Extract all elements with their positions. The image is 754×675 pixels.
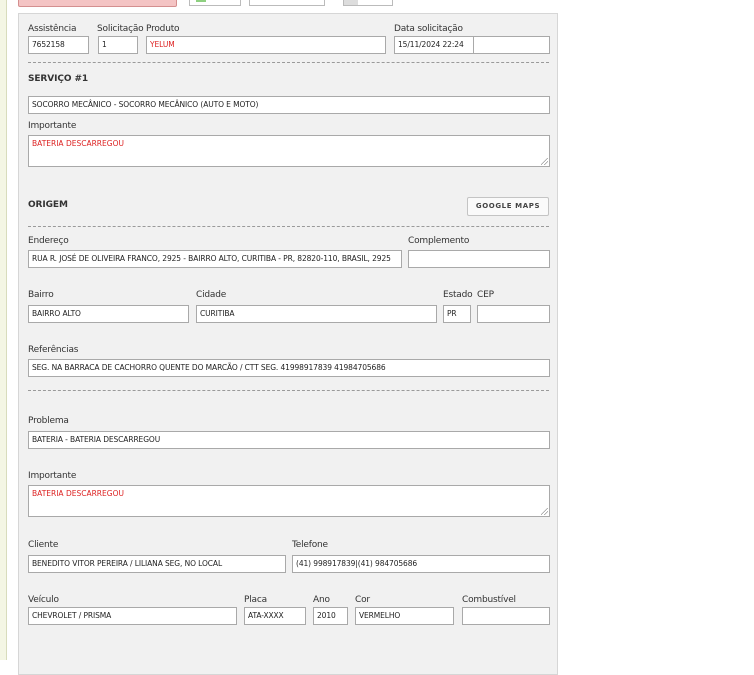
top-switch[interactable] [343,0,393,6]
cor-field[interactable]: VERMELHO [355,607,454,625]
placa-field[interactable]: ATA-XXXX [244,607,306,625]
problema-importante-text: BATERIA DESCARREGOU [32,489,124,498]
section-divider [28,226,549,227]
complemento-label: Complemento [408,236,470,246]
assistencia-label: Assistência [28,24,77,34]
endereco-label: Endereço [28,236,69,246]
section-divider [28,390,549,391]
cliente-field[interactable]: BENEDITO VITOR PEREIRA / LILIANA SEG, NO… [28,555,286,573]
telefone-label: Telefone [292,540,328,550]
servico-title: SERVIÇO #1 [28,74,89,84]
resize-grip-icon[interactable] [541,158,548,165]
cidade-label: Cidade [196,290,227,300]
telefone-field[interactable]: (41) 998917839|(41) 984705686 [292,555,550,573]
servico-field[interactable]: SOCORRO MECÂNICO - SOCORRO MECÂNICO (AUT… [28,96,550,114]
cor-label: Cor [355,595,370,605]
veiculo-label: Veículo [28,595,59,605]
assistencia-field[interactable]: 7652158 [28,36,89,54]
estado-field[interactable]: PR [443,305,471,323]
bairro-field[interactable]: BAIRRO ALTO [28,305,189,323]
cep-label: CEP [477,290,494,300]
resize-grip-icon[interactable] [541,508,548,515]
google-maps-button[interactable]: GOOGLE MAPS [467,197,549,216]
cep-field[interactable] [477,305,550,323]
complemento-field[interactable] [408,250,550,268]
status-indicator [196,0,206,2]
left-edge-stripe [0,0,7,660]
service-form-panel: Assistência 7652158 Solicitação 1 Produt… [18,13,558,675]
ano-field[interactable]: 2010 [313,607,348,625]
switch-knob [344,0,358,5]
problema-importante-label: Importante [28,471,77,481]
top-action-button[interactable] [18,0,177,7]
top-status-toggle[interactable] [189,0,241,6]
placa-label: Placa [244,595,267,605]
ano-label: Ano [313,595,330,605]
data-solicitacao-extra-field[interactable] [473,36,550,54]
cliente-label: Cliente [28,540,59,550]
top-select-field[interactable] [249,0,325,6]
produto-label: Produto [146,24,180,34]
servico-importante-textarea[interactable]: BATERIA DESCARREGOU [28,135,550,167]
servico-importante-label: Importante [28,121,77,131]
cidade-field[interactable]: CURITIBA [196,305,437,323]
solicitacao-field[interactable]: 1 [98,36,138,54]
problema-label: Problema [28,416,69,426]
referencias-field[interactable]: SEG. NA BARRACA DE CACHORRO QUENTE DO MA… [28,359,550,377]
estado-label: Estado [443,290,473,300]
section-divider [28,62,549,63]
referencias-label: Referências [28,345,79,355]
problema-importante-textarea[interactable]: BATERIA DESCARREGOU [28,485,550,517]
endereco-field[interactable]: RUA R. JOSÉ DE OLIVEIRA FRANCO, 2925 - B… [28,250,402,268]
data-solicitacao-label: Data solicitação [394,24,463,34]
produto-field[interactable]: YELUM [146,36,386,54]
veiculo-field[interactable]: CHEVROLET / PRISMA [28,607,237,625]
problema-field[interactable]: BATERIA - BATERIA DESCARREGOU [28,431,550,449]
data-solicitacao-field[interactable]: 15/11/2024 22:24 [394,36,474,54]
combustivel-field[interactable] [462,607,550,625]
bairro-label: Bairro [28,290,54,300]
servico-importante-text: BATERIA DESCARREGOU [32,139,124,148]
solicitacao-label: Solicitação [97,24,144,34]
origem-title: ORIGEM [28,200,68,210]
combustivel-label: Combustível [462,595,516,605]
